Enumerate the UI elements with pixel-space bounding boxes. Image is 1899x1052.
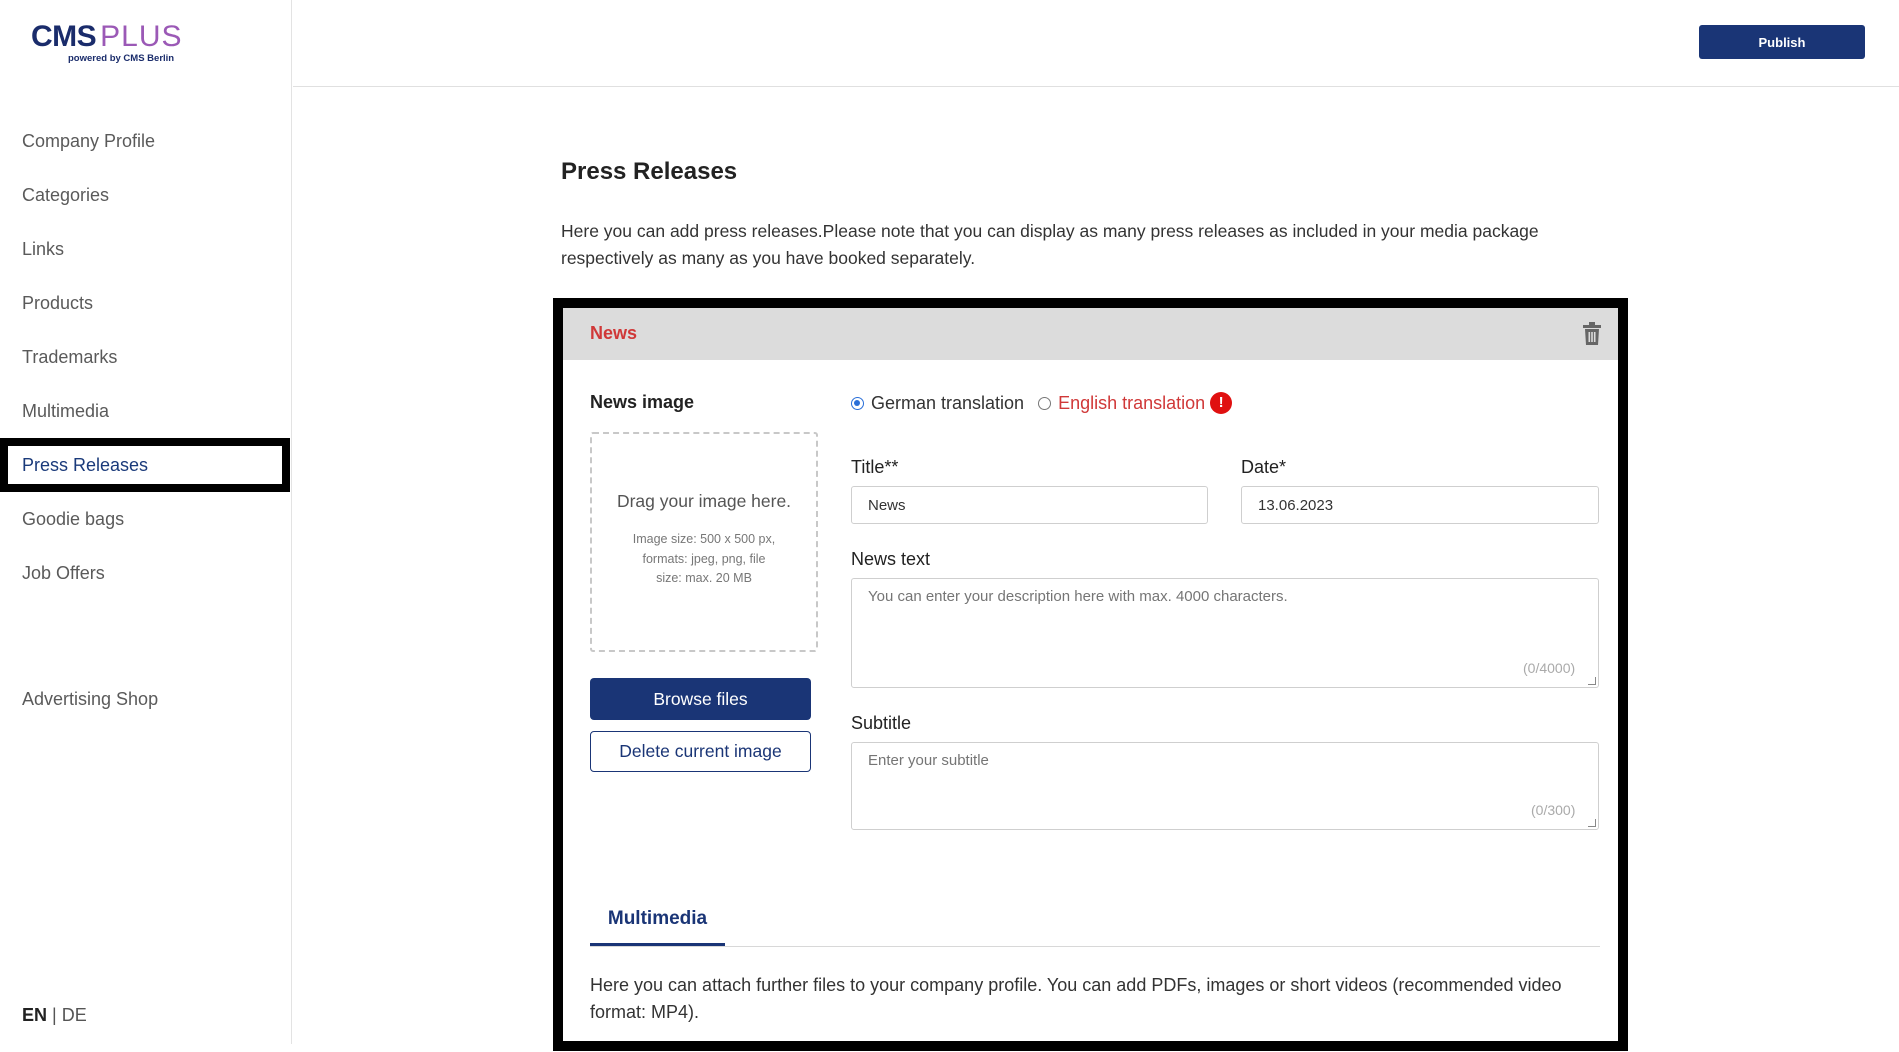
page-title: Press Releases [561, 158, 738, 185]
subtitle-label: Subtitle [851, 713, 912, 733]
translation-radio-group: German translation English translation ! [851, 392, 1233, 414]
radio-english-label: English translation [1058, 392, 1206, 413]
lang-en-link[interactable]: EN [22, 1005, 47, 1025]
publish-button[interactable]: Publish [1699, 25, 1865, 59]
sidebar-item-goodie-bags[interactable]: Goodie bags [0, 492, 291, 546]
resize-grip-icon[interactable] [1588, 819, 1596, 827]
sidebar-item-label: Press Releases [22, 455, 149, 475]
sidebar-item-company-profile[interactable]: Company Profile [0, 114, 291, 168]
radio-checked-icon [851, 396, 864, 410]
sidebar-item-links[interactable]: Links [0, 222, 291, 276]
dropzone-title: Drag your image here. [616, 491, 792, 511]
radio-english-translation[interactable]: English translation [1038, 393, 1205, 414]
trash-icon[interactable] [1582, 322, 1602, 346]
sidebar-nav: Company Profile Categories Links Product… [0, 114, 291, 600]
multimedia-description: Here you can attach further files to you… [590, 975, 1562, 1022]
logo-tagline: powered by CMS Berlin [68, 53, 175, 64]
subtitle-textarea[interactable] [851, 742, 1599, 830]
news-image-label: News image [590, 392, 695, 412]
lang-separator: | [52, 1005, 57, 1025]
date-input[interactable] [1241, 486, 1599, 524]
news-card: News News image Drag your image here. Im… [553, 298, 1628, 1051]
news-card-title: News [590, 323, 638, 343]
sidebar-item-categories[interactable]: Categories [0, 168, 291, 222]
delete-image-button[interactable]: Delete current image [590, 731, 811, 772]
sidebar-item-trademarks[interactable]: Trademarks [0, 330, 291, 384]
news-text-counter: (0/4000) [1523, 660, 1576, 676]
title-label: Title** [851, 457, 899, 477]
news-card-header[interactable]: News [563, 308, 1618, 360]
tab-divider [590, 946, 1600, 947]
browse-files-button[interactable]: Browse files [590, 678, 811, 720]
sidebar-item-job-offers[interactable]: Job Offers [0, 546, 291, 600]
sidebar-item-products[interactable]: Products [0, 276, 291, 330]
sidebar: CMS PLUS powered by CMS Berlin Company Pr… [0, 0, 292, 1044]
radio-german-translation[interactable]: German translation [851, 393, 1024, 414]
title-input[interactable] [851, 486, 1208, 524]
logo-plus-text: PLUS [100, 20, 183, 53]
news-text-label: News text [851, 549, 931, 569]
lang-de-link[interactable]: DE [62, 1005, 87, 1025]
resize-grip-icon[interactable] [1588, 677, 1596, 685]
radio-unchecked-icon [1038, 396, 1052, 410]
radio-german-label: German translation [871, 392, 1025, 413]
news-text-textarea[interactable] [851, 578, 1599, 688]
sidebar-item-press-releases[interactable]: Press Releases [0, 438, 291, 492]
tab-multimedia[interactable]: Multimedia [590, 908, 725, 946]
logo-cms-text: CMS [31, 20, 97, 53]
language-switcher: EN | DE [22, 1005, 87, 1026]
top-bar: Publish [293, 0, 1899, 87]
sidebar-item-advertising-shop[interactable]: Advertising Shop [22, 689, 158, 710]
image-dropzone[interactable]: Drag your image here. Image size: 500 x … [590, 432, 818, 652]
cms-plus-logo[interactable]: CMS PLUS powered by CMS Berlin [31, 22, 191, 70]
subtitle-counter: (0/300) [1531, 802, 1576, 818]
date-label: Date* [1241, 457, 1287, 477]
sidebar-item-multimedia[interactable]: Multimedia [0, 384, 291, 438]
logo-wordmark: CMS PLUS [31, 22, 191, 52]
warning-icon: ! [1210, 392, 1233, 414]
dropzone-info: Image size: 500 x 500 px, formats: jpeg,… [632, 532, 776, 585]
page-description: Here you can add press releases.Please n… [561, 221, 1539, 268]
